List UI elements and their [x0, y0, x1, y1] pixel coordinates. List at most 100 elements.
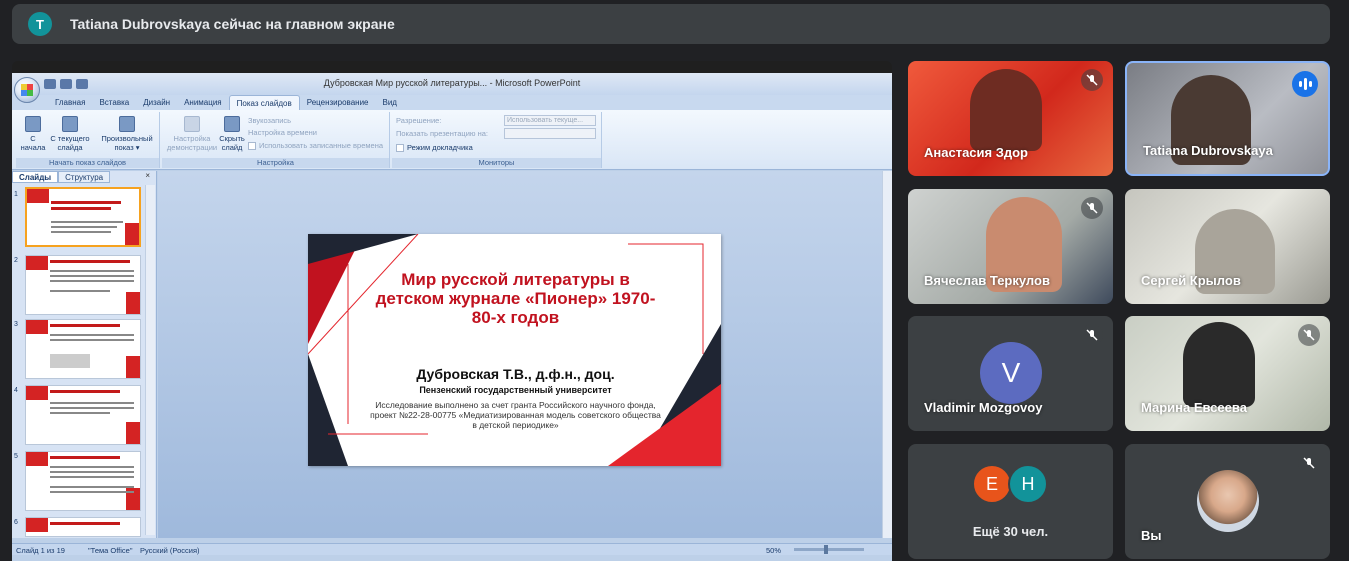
participant-name: Tatiana Dubrovskaya: [1143, 143, 1273, 158]
group-monitors-title: Мониторы: [392, 158, 601, 168]
more-participants-tile[interactable]: E H Ещё 30 чел.: [908, 444, 1113, 559]
participant-name: Сергей Крылов: [1141, 273, 1241, 288]
custom-show-button[interactable]: Произвольный показ ▾: [98, 116, 156, 152]
slide-thumbnail[interactable]: [25, 319, 141, 379]
mic-off-icon: [1081, 197, 1103, 219]
participant-name: Вячеслав Теркулов: [924, 273, 1050, 288]
participant-avatar: E: [972, 464, 1012, 504]
show-on-label: Показать презентацию на:: [396, 129, 488, 138]
presenter-avatar: T: [28, 12, 52, 36]
thumb-number: 2: [14, 257, 18, 264]
tab-review[interactable]: Рецензирование: [300, 95, 376, 110]
group-setup: Настройка демонстрации Скрыть слайд Звук…: [162, 112, 390, 168]
mic-off-icon: [1081, 324, 1103, 346]
status-slide-count: Слайд 1 из 19: [16, 546, 65, 555]
record-narration-option[interactable]: Звукозапись: [248, 116, 291, 125]
pane-tab-slides[interactable]: Слайды: [12, 171, 59, 183]
pane-tab-outline[interactable]: Структура: [58, 171, 111, 183]
presenter-view-checkbox[interactable]: Режим докладчика: [396, 143, 473, 152]
tab-design[interactable]: Дизайн: [136, 95, 177, 110]
status-language: Русский (Россия): [140, 546, 200, 555]
slide-thumbnail[interactable]: [25, 255, 141, 315]
thumb-number: 3: [14, 321, 18, 328]
speaking-indicator-icon: [1292, 71, 1318, 97]
play-current-icon: [62, 116, 78, 132]
slide-thumbnail[interactable]: [25, 517, 141, 537]
slide-thumbnail[interactable]: [25, 451, 141, 511]
participant-avatar: H: [1008, 464, 1048, 504]
setup-show-button[interactable]: Настройка демонстрации: [166, 116, 218, 152]
office-logo-icon: [21, 84, 33, 96]
shared-screen[interactable]: Дубровская Мир русской литературы... - M…: [12, 61, 892, 561]
presenting-text: Tatiana Dubrovskaya сейчас на главном эк…: [70, 16, 395, 32]
slide-title: Мир русской литературы в детском журнале…: [375, 270, 656, 327]
participant-name: Анастасия Здор: [924, 145, 1028, 160]
participant-tile[interactable]: Вячеслав Теркулов: [908, 189, 1113, 304]
resolution-label: Разрешение:: [396, 116, 442, 125]
slide-note: Исследование выполнено за счет гранта Ро…: [370, 400, 661, 430]
custom-show-icon: [119, 116, 135, 132]
thumb-number: 4: [14, 387, 18, 394]
participant-tile[interactable]: Tatiana Dubrovskaya: [1125, 61, 1330, 176]
hide-slide-button[interactable]: Скрыть слайд: [218, 116, 246, 152]
status-theme: "Тема Office": [88, 546, 133, 555]
pane-scrollbar[interactable]: [145, 185, 155, 535]
self-avatar: [1197, 470, 1259, 532]
powerpoint-window[interactable]: Дубровская Мир русской литературы... - M…: [12, 73, 892, 561]
canvas-scrollbar[interactable]: [882, 171, 892, 538]
participant-tile[interactable]: V Vladimir Mozgovoy: [908, 316, 1113, 431]
tab-insert[interactable]: Вставка: [92, 95, 136, 110]
pane-close-icon[interactable]: ×: [145, 171, 150, 180]
resolution-select[interactable]: Использовать текуще...: [504, 115, 596, 126]
current-slide[interactable]: Мир русской литературы в детском журнале…: [308, 234, 721, 466]
from-start-button[interactable]: С начала: [18, 116, 48, 152]
zoom-slider[interactable]: [794, 545, 864, 554]
self-tile[interactable]: Вы: [1125, 444, 1330, 559]
participant-video: [970, 69, 1042, 151]
participant-avatar: V: [980, 342, 1042, 404]
office-button[interactable]: [14, 77, 40, 103]
thumb-number: 5: [14, 453, 18, 460]
participant-tile[interactable]: Марина Евсеева: [1125, 316, 1330, 431]
slide-thumbnail[interactable]: [25, 385, 141, 445]
participant-name: Марина Евсеева: [1141, 400, 1247, 415]
presenting-banner: T Tatiana Dubrovskaya сейчас на главном …: [12, 4, 1330, 44]
group-start-show: С начала С текущего слайда Произвольный …: [16, 112, 160, 168]
mic-off-icon: [1081, 69, 1103, 91]
group-setup-title: Настройка: [162, 158, 389, 168]
play-icon: [25, 116, 41, 132]
ribbon: С начала С текущего слайда Произвольный …: [12, 110, 892, 170]
save-icon[interactable]: [44, 79, 56, 89]
mic-off-icon: [1298, 324, 1320, 346]
tab-slideshow[interactable]: Показ слайдов: [228, 95, 300, 110]
mic-off-icon: [1298, 452, 1320, 474]
zoom-level[interactable]: 50%: [766, 546, 781, 555]
thumb-number: 6: [14, 519, 18, 526]
group-start-title: Начать показ слайдов: [16, 158, 159, 168]
redo-icon[interactable]: [76, 79, 88, 89]
slide-decoration: [308, 234, 721, 466]
rehearse-timings-option[interactable]: Настройка времени: [248, 128, 317, 137]
tab-home[interactable]: Главная: [48, 95, 92, 110]
tab-animation[interactable]: Анимация: [177, 95, 229, 110]
setup-icon: [184, 116, 200, 132]
more-participants-label: Ещё 30 чел.: [972, 524, 1049, 539]
undo-icon[interactable]: [60, 79, 72, 89]
ribbon-tabs: Главная Вставка Дизайн Анимация Показ сл…: [12, 95, 892, 110]
participant-tile[interactable]: Сергей Крылов: [1125, 189, 1330, 304]
slide-university: Пензенский государственный университет: [419, 385, 612, 395]
status-bar: Слайд 1 из 19 "Тема Office" Русский (Рос…: [12, 543, 892, 555]
participant-video: [1183, 322, 1255, 407]
from-current-button[interactable]: С текущего слайда: [50, 116, 90, 152]
show-on-select[interactable]: [504, 128, 596, 139]
quick-access-toolbar: [44, 79, 88, 89]
participant-name: Вы: [1141, 528, 1162, 543]
use-timings-checkbox[interactable]: Использовать записанные времена: [248, 141, 383, 150]
group-monitors: Разрешение: Использовать текуще... Показ…: [392, 112, 602, 168]
participant-name: Vladimir Mozgovoy: [924, 400, 1043, 415]
tab-view[interactable]: Вид: [376, 95, 404, 110]
hide-slide-icon: [224, 116, 240, 132]
participant-tile[interactable]: Анастасия Здор: [908, 61, 1113, 176]
slide-author: Дубровская Т.В., д.ф.н., доц.: [416, 366, 615, 382]
slide-thumbnail[interactable]: [25, 187, 141, 247]
